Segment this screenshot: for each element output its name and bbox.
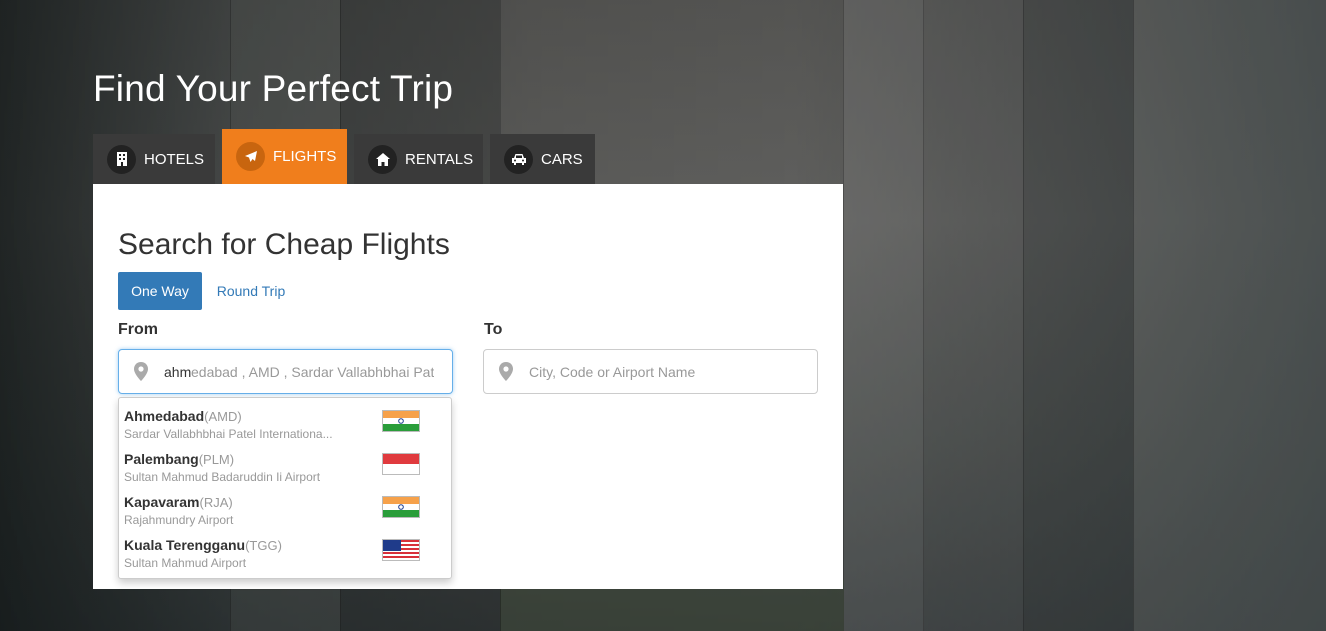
from-typed-text: ahm [164,363,192,380]
tab-flights[interactable]: FLIGHTS [222,129,347,184]
airport-code: (PLM) [198,452,235,467]
from-label: From [118,321,158,338]
home-icon [368,144,397,174]
plane-icon [236,142,265,171]
airport-suggestions: Ahmedabad(AMD) Sardar Vallabhbhai Patel … [118,397,452,579]
suggestion-city: Kapavaram(RJA) [124,494,233,510]
tab-label: RENTALS [405,150,474,168]
india-flag-icon [382,496,420,518]
suggestion-item[interactable]: Ahmedabad(AMD) Sardar Vallabhbhai Patel … [124,398,446,441]
tab-rentals[interactable]: RENTALS [354,134,483,184]
location-pin-icon [499,362,513,386]
suggestion-city: Ahmedabad(AMD) [124,408,242,424]
india-flag-icon [382,410,420,432]
suggestion-item[interactable]: Kapavaram(RJA) Rajahmundry Airport [124,484,446,527]
malaysia-flag-icon [382,539,420,561]
suggestion-city: Palembang(PLM) [124,451,234,467]
to-input[interactable]: City, Code or Airport Name [483,349,818,394]
city-name: Kapavaram [124,494,200,510]
city-name: Ahmedabad [124,408,205,424]
search-title: Search for Cheap Flights [118,228,450,261]
one-way-button[interactable]: One Way [118,272,202,310]
tab-label: CARS [541,150,583,168]
airport-name: Rajahmundry Airport [124,513,234,527]
tab-label: HOTELS [144,150,205,168]
suggestion-city: Kuala Terengganu(TGG) [124,537,282,553]
location-pin-icon [134,362,148,386]
city-name: Kuala Terengganu [124,537,246,553]
hero-title: Find Your Perfect Trip [93,68,454,109]
airport-code: (RJA) [199,495,233,510]
indonesia-flag-icon [382,453,420,475]
flight-search-panel: Search for Cheap Flights One Way Round T… [93,184,843,589]
from-input[interactable]: ahm edabad , AMD , Sardar Vallabhbhai Pa… [118,349,453,394]
airport-code: (AMD) [204,409,242,424]
airport-code: (TGG) [245,538,282,553]
to-placeholder: City, Code or Airport Name [529,363,696,380]
suggestion-item[interactable]: Palembang(PLM) Sultan Mahmud Badaruddin … [124,441,446,484]
suggestion-item[interactable]: Kuala Terengganu(TGG) Sultan Mahmud Airp… [124,527,446,570]
tab-hotels[interactable]: HOTELS [93,134,215,184]
car-icon [504,144,533,174]
hotel-icon [107,144,136,174]
airport-name: Sultan Mahmud Airport [124,556,247,570]
round-trip-button[interactable]: Round Trip [209,272,293,310]
airport-name: Sultan Mahmud Badaruddin Ii Airport [124,470,321,484]
city-name: Palembang [124,451,199,467]
from-autocomplete-hint: edabad , AMD , Sardar Vallabhbhai Patel … [191,363,434,380]
airport-name: Sardar Vallabhbhai Patel Internationa... [124,427,333,441]
tab-cars[interactable]: CARS [490,134,595,184]
tab-label: FLIGHTS [273,148,337,165]
to-label: To [484,321,503,338]
